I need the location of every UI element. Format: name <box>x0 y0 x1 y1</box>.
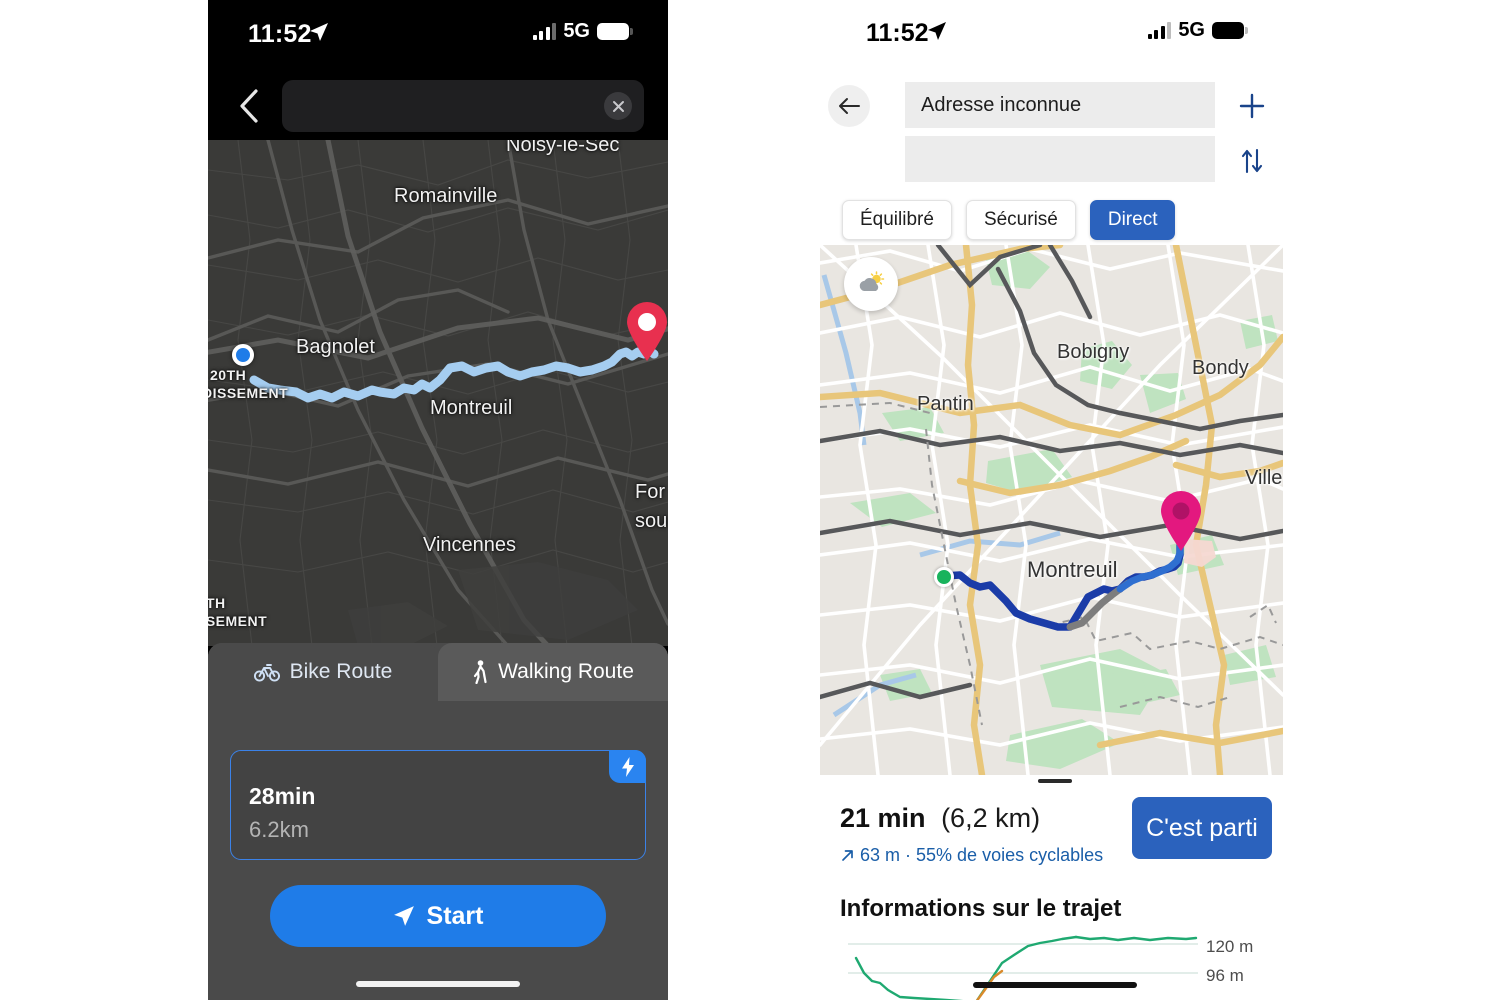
network-label: 5G <box>563 20 590 42</box>
route-mode-tabs: Bike Route Walking Route <box>208 643 668 701</box>
origin-input-value: Adresse inconnue <box>921 93 1082 116</box>
left-phone-screen: 11:52 5G Noisy-le-Sec Romainville Bagnol… <box>208 0 668 1000</box>
chevron-left-icon[interactable] <box>232 84 266 128</box>
map-label: Montreuil <box>430 397 513 419</box>
route-preference-chips: Équilibré Sécurisé Direct <box>842 200 1176 240</box>
status-bar-time: 11:52 <box>866 19 929 47</box>
weather-button[interactable] <box>844 257 898 311</box>
route-distance: (6,2 km) <box>941 803 1041 833</box>
screenshot-stage: 11:52 5G Noisy-le-Sec Romainville Bagnol… <box>0 0 1500 1000</box>
go-button-label: C'est parti <box>1146 813 1258 842</box>
map-label: Montreuil <box>1027 557 1118 582</box>
sheet-drag-handle[interactable] <box>1038 779 1072 783</box>
arrow-up-right-icon <box>842 850 853 861</box>
route-duration: 21 min <box>840 803 926 833</box>
route-details-text: 63 m · 55% de voies cyclables <box>860 845 1104 865</box>
destination-input[interactable] <box>905 136 1215 182</box>
map-label: Bondy <box>1192 357 1249 379</box>
status-bar-time: 11:52 <box>248 20 312 48</box>
tab-walking-route[interactable]: Walking Route <box>438 643 668 701</box>
trip-info-title: Informations sur le trajet <box>840 895 1122 922</box>
map-label: sou <box>635 510 668 532</box>
right-bottom-sheet: 21 min (6,2 km) 63 m · 55% de voies cycl… <box>820 775 1290 1000</box>
right-map-geometry <box>820 245 1283 775</box>
chip-direct[interactable]: Direct <box>1089 200 1176 240</box>
signal-bars-icon <box>1147 22 1172 39</box>
route-summary: 21 min (6,2 km) <box>840 803 1040 834</box>
sun-behind-cloud-icon <box>859 271 885 291</box>
start-button-label: Start <box>426 901 484 930</box>
map-label: Romainville <box>394 185 498 207</box>
go-button[interactable]: C'est parti <box>1132 797 1272 859</box>
search-input[interactable] <box>282 80 644 132</box>
left-bottom-sheet: Bike Route Walking Route 28min 6.2km Sta… <box>208 643 668 1000</box>
map-label: 20TH <box>210 367 247 383</box>
network-label: 5G <box>1178 19 1205 41</box>
battery-full-icon <box>597 23 633 40</box>
right-map[interactable]: Bobigny Bondy Pantin Ville Montreuil <box>820 245 1283 775</box>
route-option-card[interactable]: 28min 6.2km <box>230 750 646 860</box>
navigation-arrow-icon <box>393 906 414 926</box>
map-label: Ville <box>1245 467 1283 489</box>
map-label: Vincennes <box>423 534 517 556</box>
arrow-left-icon[interactable] <box>828 85 870 127</box>
elevation-tick-label: 120 m <box>1206 937 1254 956</box>
location-arrow-icon <box>928 22 946 40</box>
route-duration: 28min <box>249 783 316 809</box>
origin-dot-green <box>934 567 954 587</box>
map-label: Pantin <box>917 393 974 415</box>
left-map[interactable]: Noisy-le-Sec Romainville Bagnolet Montre… <box>208 140 668 646</box>
status-bar-indicators: 5G <box>1147 19 1248 42</box>
map-label: For <box>635 481 665 503</box>
elevation-series-green-tail <box>1074 935 1198 942</box>
tab-walking-route-label: Walking Route <box>498 660 634 683</box>
elevation-series-green <box>854 935 1078 1000</box>
map-label: Bagnolet <box>296 336 375 358</box>
chip-securise-label: Sécurisé <box>983 209 1058 230</box>
map-label: Bobigny <box>1057 341 1130 363</box>
route-distance: 6.2km <box>249 817 309 842</box>
destination-pin-pink[interactable] <box>1158 490 1204 552</box>
left-status-bar: 11:52 5G <box>208 0 668 72</box>
home-indicator <box>356 981 520 987</box>
map-label: Noisy-le-Sec <box>506 140 620 156</box>
home-indicator <box>973 982 1137 988</box>
swap-vertical-icon[interactable] <box>1238 147 1266 180</box>
elevation-tick-label: 96 m <box>1206 966 1244 985</box>
left-search-row <box>208 72 668 140</box>
map-label: SSEMENT <box>208 613 268 629</box>
chip-direct-label: Direct <box>1107 209 1158 230</box>
chip-securise[interactable]: Sécurisé <box>965 200 1076 240</box>
map-label: TH <box>208 595 226 611</box>
start-button[interactable]: Start <box>270 885 606 947</box>
lightning-bolt-icon <box>609 750 646 783</box>
walking-person-icon <box>473 660 487 684</box>
tab-bike-route-label: Bike Route <box>289 660 393 683</box>
plus-icon[interactable] <box>1238 92 1266 125</box>
right-status-bar: 11:52 5G <box>820 0 1290 70</box>
elevation-chart: 120 m 96 m <box>838 935 1273 1000</box>
location-arrow-icon <box>310 23 328 41</box>
status-bar-indicators: 5G <box>532 20 633 43</box>
map-label: DISSEMENT <box>208 385 289 401</box>
chip-equilibre[interactable]: Équilibré <box>842 200 952 240</box>
chip-equilibre-label: Équilibré <box>860 209 934 230</box>
destination-pin[interactable] <box>624 302 668 362</box>
tab-bike-route[interactable]: Bike Route <box>208 643 438 701</box>
current-location-dot <box>232 344 254 366</box>
route-details: 63 m · 55% de voies cyclables <box>840 845 1103 866</box>
right-phone-screen: 11:52 5G Adresse inconnue Équilibré Sécu… <box>820 0 1290 1000</box>
battery-full-icon <box>1212 22 1248 39</box>
close-circle-icon[interactable] <box>604 92 632 120</box>
bicycle-icon <box>253 664 280 682</box>
origin-input[interactable]: Adresse inconnue <box>905 82 1215 128</box>
signal-bars-icon <box>532 23 557 40</box>
right-address-block: Adresse inconnue <box>820 70 1290 182</box>
